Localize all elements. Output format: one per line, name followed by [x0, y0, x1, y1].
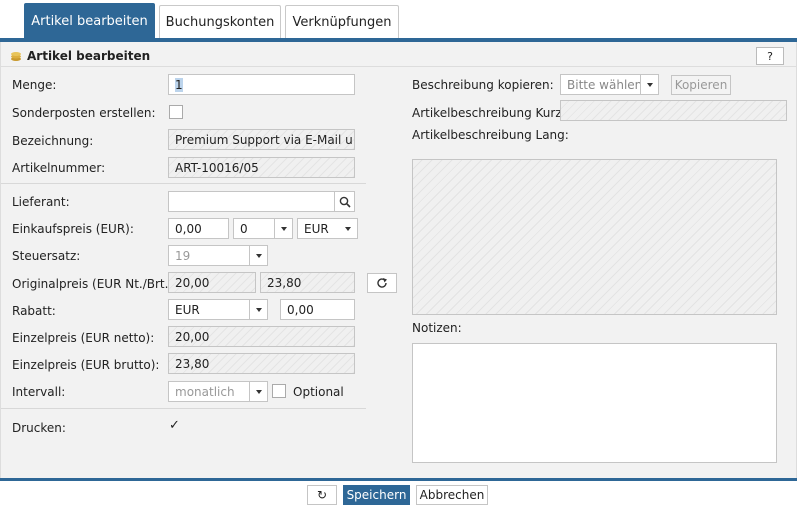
reset-button[interactable]: ↻: [307, 485, 337, 505]
steuersatz-select: 19: [168, 245, 268, 266]
panel-header: Artikel bearbeiten ?: [1, 42, 796, 67]
divider: [1, 183, 366, 184]
steuersatz-label: Steuersatz:: [12, 249, 81, 263]
currency-select[interactable]: EUR: [297, 218, 358, 239]
help-button[interactable]: ?: [756, 47, 784, 65]
currency-value: EUR: [304, 221, 329, 236]
einkaufspreis-select-value: 0: [240, 221, 248, 236]
tab-buchungskonten[interactable]: Buchungskonten: [159, 5, 281, 38]
einkaufspreis-select[interactable]: 0: [233, 218, 293, 239]
menge-input[interactable]: 1: [168, 74, 355, 95]
search-icon: [339, 196, 351, 208]
intervall-label: Intervall:: [12, 385, 66, 399]
beschreibung-select-placeholder: Bitte wählen: [567, 77, 643, 92]
artikelnummer-label: Artikelnummer:: [12, 161, 106, 175]
refresh-icon: [377, 278, 387, 288]
originalpreis-label: Originalpreis (EUR Nt./Brt.):: [12, 277, 178, 291]
tab-verknuepfungen[interactable]: Verknüpfungen: [285, 5, 399, 38]
einzelpreis-netto-field: 20,00: [168, 326, 355, 347]
rabatt-input[interactable]: 0,00: [280, 299, 355, 320]
divider: [1, 408, 366, 409]
lieferant-label: Lieferant:: [12, 195, 70, 209]
artikelnummer-field: ART-10016/05: [168, 157, 355, 178]
bezeichnung-label: Bezeichnung:: [12, 134, 94, 148]
artikelbeschreibung-lang-label: Artikelbeschreibung Lang:: [412, 128, 569, 142]
notizen-label: Notizen:: [412, 321, 462, 335]
einkaufspreis-label: Einkaufspreis (EUR):: [12, 222, 134, 236]
optional-checkbox[interactable]: [272, 384, 286, 398]
tab-artikel-bearbeiten[interactable]: Artikel bearbeiten: [24, 3, 155, 39]
chevron-down-icon: [249, 300, 267, 319]
intervall-select: monatlich: [168, 381, 268, 402]
tab-bar: Artikel bearbeiten Buchungskonten Verknü…: [0, 0, 797, 42]
sonderposten-label: Sonderposten erstellen:: [12, 106, 156, 120]
originalpreis-brutto-field: 23,80: [260, 272, 355, 293]
beschreibung-kopieren-label: Beschreibung kopieren:: [412, 78, 554, 92]
bezeichnung-field[interactable]: Premium Support via E-Mail u ...: [168, 129, 355, 150]
edit-panel: Artikel bearbeiten ? Menge: 1 Sonderpost…: [0, 42, 797, 478]
sonderposten-checkbox[interactable]: [169, 105, 183, 119]
einzelpreis-netto-label: Einzelpreis (EUR netto):: [12, 331, 155, 345]
rabatt-type-select[interactable]: EUR: [168, 299, 268, 320]
refresh-icon: ↻: [316, 488, 328, 502]
originalpreis-netto-field: 20,00: [168, 272, 256, 293]
rabatt-label: Rabatt:: [12, 304, 56, 318]
einzelpreis-brutto-field: 23,80: [168, 353, 355, 374]
menge-value: 1: [175, 77, 183, 92]
kopieren-button[interactable]: Kopieren: [671, 75, 731, 95]
cancel-button[interactable]: Abbrechen: [416, 485, 488, 505]
chevron-down-icon: [339, 219, 357, 238]
steuersatz-value: 19: [175, 248, 191, 263]
panel-title: Artikel bearbeiten: [27, 49, 151, 63]
footer-bar: ↻ Speichern Abbrechen: [0, 478, 797, 507]
refresh-price-button[interactable]: [367, 273, 397, 293]
rabatt-type-value: EUR: [175, 302, 200, 317]
save-button[interactable]: Speichern: [343, 485, 410, 505]
artikelbeschreibung-kurz-label: Artikelbeschreibung Kurz:: [412, 106, 566, 120]
artikelbeschreibung-kurz-field: [560, 100, 787, 121]
einkaufspreis-input[interactable]: 0,00: [168, 218, 229, 239]
menge-label: Menge:: [12, 78, 57, 92]
drucken-label: Drucken:: [12, 421, 66, 435]
intervall-value: monatlich: [175, 384, 235, 399]
coins-icon: [11, 52, 21, 61]
chevron-down-icon: [274, 219, 292, 238]
artikelbeschreibung-lang-field: [412, 159, 777, 315]
einzelpreis-brutto-label: Einzelpreis (EUR brutto):: [12, 358, 160, 372]
lieferant-input[interactable]: [168, 191, 335, 212]
chevron-down-icon: [640, 75, 658, 94]
optional-label: Optional: [293, 385, 344, 399]
drucken-check-icon[interactable]: ✓: [169, 418, 180, 433]
beschreibung-select[interactable]: Bitte wählen: [560, 74, 659, 95]
chevron-down-icon: [249, 382, 267, 401]
chevron-down-icon: [249, 246, 267, 265]
lieferant-search-button[interactable]: [334, 191, 355, 212]
notizen-textarea[interactable]: [412, 343, 777, 463]
